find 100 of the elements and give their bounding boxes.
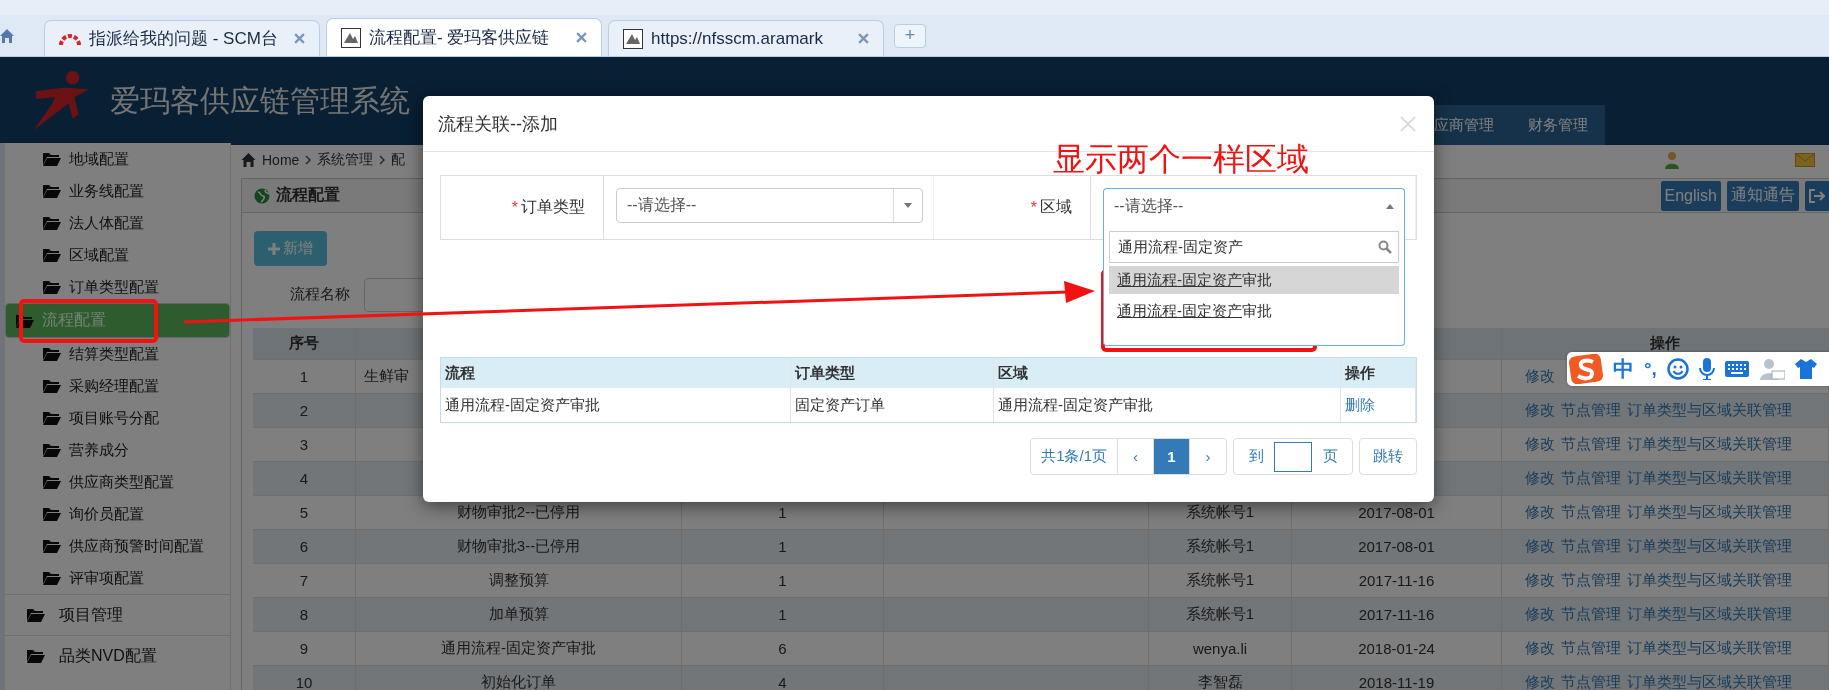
action-link[interactable]: 修改 bbox=[1525, 673, 1555, 690]
action-link[interactable]: 订单类型与区域关联管理 bbox=[1627, 435, 1792, 454]
sidebar-section[interactable]: 品类NVD配置 bbox=[5, 635, 230, 676]
browser-tab[interactable]: https://nfsscm.aramark bbox=[608, 20, 884, 56]
browser-tab[interactable]: 指派给我的问题 - SCM台 bbox=[44, 20, 320, 56]
action-link[interactable]: 修改 bbox=[1525, 639, 1555, 658]
page-button[interactable]: 1 bbox=[1154, 439, 1190, 474]
action-link[interactable]: 节点管理 bbox=[1561, 673, 1621, 690]
action-link[interactable]: 节点管理 bbox=[1561, 605, 1621, 624]
action-link[interactable]: 修改 bbox=[1525, 605, 1555, 624]
dropdown-search-field[interactable]: 通用流程-固定资产 bbox=[1109, 231, 1399, 263]
next-page-button[interactable]: › bbox=[1190, 439, 1226, 474]
ime-punctuation[interactable]: °, bbox=[1644, 358, 1657, 380]
action-link[interactable]: 订单类型与区域关联管理 bbox=[1627, 605, 1792, 624]
sidebar-item[interactable]: 评审项配置 bbox=[5, 562, 230, 594]
page-number-field[interactable] bbox=[1274, 441, 1312, 472]
action-link[interactable]: 节点管理 bbox=[1561, 571, 1621, 590]
sidebar-item[interactable]: 流程配置 bbox=[5, 303, 230, 338]
column-header: 区域 bbox=[994, 358, 1341, 388]
sidebar-section[interactable]: 项目管理 bbox=[5, 594, 230, 635]
sidebar-item[interactable]: 结算类型配置 bbox=[5, 338, 230, 370]
sidebar-item[interactable]: 地域配置 bbox=[5, 143, 230, 175]
table-cell: 李智磊 bbox=[1149, 666, 1292, 690]
sidebar-item[interactable]: 法人体配置 bbox=[5, 207, 230, 239]
table-cell: 3 bbox=[253, 428, 356, 461]
action-link[interactable]: 订单类型与区域关联管理 bbox=[1627, 401, 1792, 420]
action-link[interactable]: 修改 bbox=[1525, 571, 1555, 590]
dropdown-option[interactable]: 通用流程-固定资产审批 bbox=[1109, 297, 1399, 325]
browser-tab[interactable]: 流程配置- 爱玛客供应链 bbox=[326, 18, 602, 56]
table-cell: 10 bbox=[253, 666, 356, 690]
user-icon bbox=[1665, 151, 1679, 169]
dialog-title: 流程关联--添加 bbox=[438, 112, 558, 136]
shirt-icon[interactable] bbox=[1794, 359, 1817, 379]
sidebar-item[interactable]: 项目账号分配 bbox=[5, 402, 230, 434]
person-icon[interactable] bbox=[1758, 358, 1785, 380]
action-link[interactable]: 订单类型与区域关联管理 bbox=[1627, 503, 1792, 522]
header-button[interactable]: 通知通告 bbox=[1727, 180, 1799, 211]
action-link[interactable]: 订单类型与区域关联管理 bbox=[1627, 639, 1792, 658]
microphone-icon[interactable] bbox=[1698, 358, 1715, 380]
folder-icon bbox=[43, 411, 61, 425]
table-cell: 1 bbox=[682, 564, 884, 597]
action-link[interactable]: 节点管理 bbox=[1561, 401, 1621, 420]
dropdown-option[interactable]: 通用流程-固定资产审批 bbox=[1109, 266, 1399, 294]
action-link[interactable]: 订单类型与区域关联管理 bbox=[1627, 537, 1792, 556]
sidebar-item[interactable]: 营养成分 bbox=[5, 434, 230, 466]
table-cell: 8 bbox=[253, 598, 356, 631]
sidebar-item[interactable]: 供应商类型配置 bbox=[5, 466, 230, 498]
sidebar-item[interactable]: 业务线配置 bbox=[5, 175, 230, 207]
select-field[interactable]: --请选择-- bbox=[616, 188, 923, 223]
smiley-icon[interactable] bbox=[1666, 358, 1689, 380]
table-cell: 系统帐号1 bbox=[1149, 598, 1292, 631]
annotation-text: 显示两个一样区域 bbox=[1053, 140, 1309, 179]
keyboard-icon[interactable] bbox=[1724, 361, 1749, 377]
goto-label: 到 bbox=[1247, 446, 1265, 466]
column-header: 订单类型 bbox=[791, 358, 994, 388]
table-cell: 初始化订单 bbox=[356, 666, 682, 690]
action-link[interactable]: 节点管理 bbox=[1561, 469, 1621, 488]
sidebar-item[interactable]: 供应商预警时间配置 bbox=[5, 530, 230, 562]
page-suffix-label: 页 bbox=[1321, 446, 1339, 466]
breadcrumb-link[interactable]: Home bbox=[262, 152, 300, 168]
action-link[interactable]: 订单类型与区域关联管理 bbox=[1627, 571, 1792, 590]
sidebar-item[interactable]: 询价员配置 bbox=[5, 498, 230, 530]
add-button[interactable]: 新增 bbox=[254, 231, 327, 266]
sidebar-item[interactable]: 区域配置 bbox=[5, 239, 230, 271]
field-label: 区域 bbox=[1040, 197, 1072, 217]
plus-icon bbox=[268, 242, 280, 255]
table-cell: 2017-11-16 bbox=[1292, 564, 1502, 597]
action-link[interactable]: 修改 bbox=[1525, 401, 1555, 420]
action-link[interactable]: 订单类型与区域关联管理 bbox=[1627, 673, 1792, 690]
close-icon[interactable] bbox=[576, 32, 587, 43]
delete-link[interactable]: 删除 bbox=[1345, 395, 1375, 415]
new-tab-button[interactable]: + bbox=[894, 23, 926, 48]
header-button[interactable]: English bbox=[1660, 180, 1721, 211]
folder-icon bbox=[43, 216, 61, 230]
nav-item[interactable]: 财务管理 bbox=[1511, 105, 1605, 145]
sidebar-item[interactable]: 采购经理配置 bbox=[5, 370, 230, 402]
go-button[interactable]: 跳转 bbox=[1359, 438, 1417, 475]
breadcrumb-link[interactable]: 配 bbox=[391, 151, 406, 169]
close-icon[interactable] bbox=[858, 33, 869, 44]
folder-icon bbox=[27, 649, 45, 663]
action-link[interactable]: 节点管理 bbox=[1561, 537, 1621, 556]
breadcrumb-link[interactable]: 系统管理 bbox=[317, 151, 374, 169]
close-icon[interactable] bbox=[294, 33, 305, 44]
action-link[interactable]: 修改 bbox=[1525, 367, 1555, 386]
action-link[interactable]: 修改 bbox=[1525, 537, 1555, 556]
action-link[interactable]: 订单类型与区域关联管理 bbox=[1627, 469, 1792, 488]
table-cell: 6 bbox=[682, 632, 884, 665]
action-link[interactable]: 修改 bbox=[1525, 435, 1555, 454]
action-link[interactable]: 节点管理 bbox=[1561, 503, 1621, 522]
select-field[interactable]: --请选择-- bbox=[1103, 188, 1405, 223]
table-cell: 加单预算 bbox=[356, 598, 682, 631]
home-icon[interactable] bbox=[0, 28, 14, 43]
sidebar-item[interactable]: 订单类型配置 bbox=[5, 271, 230, 303]
page-summary: 共1条/1页 bbox=[1031, 439, 1118, 474]
action-link[interactable]: 节点管理 bbox=[1561, 639, 1621, 658]
action-link[interactable]: 节点管理 bbox=[1561, 435, 1621, 454]
action-link[interactable]: 修改 bbox=[1525, 503, 1555, 522]
table-cell: wenya.li bbox=[1149, 632, 1292, 665]
action-link[interactable]: 修改 bbox=[1525, 469, 1555, 488]
arc-icon bbox=[59, 31, 81, 46]
